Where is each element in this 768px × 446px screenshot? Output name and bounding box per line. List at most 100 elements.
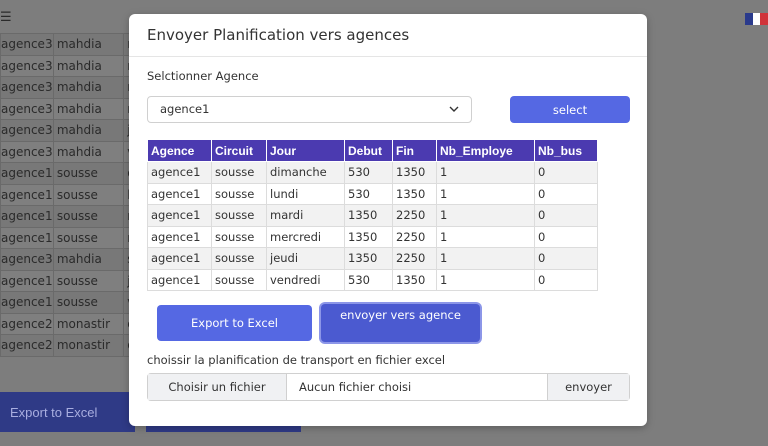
table-cell: 1350 xyxy=(392,182,437,205)
background-table-row: agence1soussed xyxy=(0,162,140,185)
background-table-cell: agence3 xyxy=(0,140,54,163)
table-cell: sousse xyxy=(211,247,267,270)
table-cell: 0 xyxy=(534,204,598,227)
export-excel-button[interactable]: Export to Excel xyxy=(157,305,312,341)
background-table-cell: agence1 xyxy=(0,269,54,292)
table-row: agence1 sousse mercredi 1350 2250 1 0 xyxy=(147,225,598,248)
choose-file-button[interactable]: Choisir un fichier xyxy=(148,374,287,400)
background-table-row: agence3mahdiar xyxy=(0,76,140,99)
background-table-cell: agence3 xyxy=(0,76,54,99)
file-name-display: Aucun fichier choisi xyxy=(299,380,412,394)
table-cell: 1 xyxy=(436,204,535,227)
table-cell: agence1 xyxy=(147,268,212,291)
background-table-cell: sousse xyxy=(52,291,125,314)
agence-select-value: agence1 xyxy=(160,102,210,116)
background-table-row: agence3mahdiar xyxy=(0,97,140,120)
table-cell: 0 xyxy=(534,161,598,184)
table-cell: 1 xyxy=(436,247,535,270)
table-header-cell: Debut xyxy=(344,139,393,162)
background-table-row: agence3mahdias xyxy=(0,248,140,271)
table-cell: sousse xyxy=(211,161,267,184)
table-header-cell: Jour xyxy=(266,139,345,162)
table-cell: agence1 xyxy=(147,247,212,270)
table-header-row: Agence Circuit Jour Debut Fin Nb_Employe Nb_bu… xyxy=(147,139,598,162)
table-cell: 530 xyxy=(344,182,393,205)
background-table: agence3mahdiaragence3mahdiamagence3mahdi… xyxy=(0,33,140,357)
agence-select[interactable]: agence1 xyxy=(147,96,472,123)
table-cell: 530 xyxy=(344,268,393,291)
background-table-cell: monastir xyxy=(52,312,125,335)
background-table-cell: agence3 xyxy=(0,248,54,271)
background-table-cell: mahdia xyxy=(52,119,125,142)
background-table-row: agence3mahdiam xyxy=(0,54,140,77)
table-cell: 1350 xyxy=(344,247,393,270)
background-table-cell: mahdia xyxy=(52,248,125,271)
background-table-cell: monastir xyxy=(52,334,125,357)
table-header-cell: Agence xyxy=(147,139,212,162)
background-table-cell: agence1 xyxy=(0,162,54,185)
table-row: agence1 sousse lundi 530 1350 1 0 xyxy=(147,182,598,205)
table-cell: 0 xyxy=(534,247,598,270)
table-cell: dimanche xyxy=(266,161,345,184)
background-table-row: agence1sousseje xyxy=(0,269,140,292)
table-cell: mercredi xyxy=(266,225,345,248)
background-table-cell: sousse xyxy=(52,162,125,185)
table-cell: mardi xyxy=(266,204,345,227)
background-table-row: agence3mahdiaje xyxy=(0,119,140,142)
table-cell: 1350 xyxy=(344,204,393,227)
table-row: agence1 sousse jeudi 1350 2250 1 0 xyxy=(147,247,598,270)
table-cell: 2250 xyxy=(392,247,437,270)
background-table-cell: agence1 xyxy=(0,183,54,206)
table-header-cell: Circuit xyxy=(211,139,267,162)
table-cell: agence1 xyxy=(147,204,212,227)
background-table-row: agence1soussem xyxy=(0,205,140,228)
background-table-cell: agence2 xyxy=(0,312,54,335)
table-cell: agence1 xyxy=(147,225,212,248)
background-table-cell: agence2 xyxy=(0,334,54,357)
table-cell: 1 xyxy=(436,161,535,184)
table-cell: 1350 xyxy=(392,268,437,291)
background-table-cell: mahdia xyxy=(52,97,125,120)
table-cell: sousse xyxy=(211,225,267,248)
table-cell: 1350 xyxy=(344,225,393,248)
background-table-cell: sousse xyxy=(52,269,125,292)
background-table-cell: agence3 xyxy=(0,97,54,120)
table-cell: 2250 xyxy=(392,225,437,248)
table-cell: vendredi xyxy=(266,268,345,291)
modal-header: Envoyer Planification vers agences xyxy=(129,14,647,57)
background-table-cell: agence3 xyxy=(0,33,54,56)
flag-icon[interactable] xyxy=(745,13,768,25)
table-cell: 1 xyxy=(436,182,535,205)
table-header-cell: Nb_Employe xyxy=(436,139,535,162)
table-cell: 2250 xyxy=(392,204,437,227)
send-to-agence-button[interactable]: envoyer vers agence xyxy=(321,304,480,342)
table-cell: 1 xyxy=(436,268,535,291)
background-table-row: agence2monastird xyxy=(0,334,140,357)
table-header-cell: Nb_bus xyxy=(534,139,598,162)
table-cell: 1 xyxy=(436,225,535,248)
background-table-cell: sousse xyxy=(52,205,125,228)
background-table-row: agence2monastird xyxy=(0,312,140,335)
table-cell: agence1 xyxy=(147,161,212,184)
background-table-cell: mahdia xyxy=(52,76,125,99)
select-button[interactable]: select xyxy=(510,96,630,123)
background-table-cell: mahdia xyxy=(52,54,125,77)
background-table-row: agence3mahdiar xyxy=(0,33,140,56)
send-planning-modal: Envoyer Planification vers agences Selct… xyxy=(129,14,647,426)
table-cell: sousse xyxy=(211,268,267,291)
table-cell: 0 xyxy=(534,268,598,291)
background-table-row: agence1sousselu xyxy=(0,183,140,206)
background-table-cell: agence3 xyxy=(0,119,54,142)
background-table-cell: sousse xyxy=(52,226,125,249)
background-table-cell: agence1 xyxy=(0,205,54,228)
table-cell: 530 xyxy=(344,161,393,184)
background-export-button[interactable]: Export to Excel xyxy=(0,392,135,432)
table-cell: sousse xyxy=(211,204,267,227)
background-table-row: agence3mahdiav xyxy=(0,140,140,163)
table-row: agence1 sousse vendredi 530 1350 1 0 xyxy=(147,268,598,291)
upload-send-button[interactable]: envoyer xyxy=(547,374,629,400)
hamburger-icon[interactable]: ☰ xyxy=(0,10,12,25)
background-table-row: agence1soussem xyxy=(0,226,140,249)
modal-title: Envoyer Planification vers agences xyxy=(147,26,410,44)
table-row: agence1 sousse mardi 1350 2250 1 0 xyxy=(147,204,598,227)
